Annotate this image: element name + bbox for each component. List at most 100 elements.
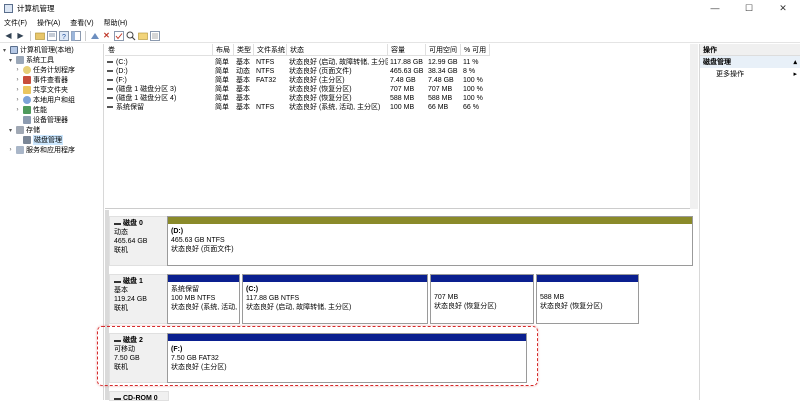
disk-icon [114, 222, 121, 225]
partition-bar [168, 217, 692, 224]
expand-icon[interactable]: › [14, 87, 21, 93]
column-header[interactable]: 容量 [388, 44, 426, 56]
volume-name: (C:) [116, 58, 128, 66]
column-header[interactable]: 类型 [234, 44, 254, 56]
computer-management-icon [10, 46, 18, 54]
navigation-tree: ▾ 计算机管理(本地) ▾ 系统工具 › 任务计划程序 › 事件查看器 › 共享… [0, 44, 104, 400]
disk-name: CD-ROM 0 [123, 395, 158, 402]
collapse-up-icon[interactable]: ▴ [793, 58, 797, 66]
menu-file[interactable]: 文件(F) [4, 18, 27, 28]
tools-icon [16, 56, 24, 64]
search-icon[interactable] [125, 30, 136, 41]
partition-recovery-4[interactable]: 588 MB 状态良好 (恢复分区) [536, 274, 639, 324]
partition-size: 707 MB [434, 294, 459, 301]
partition-bar [537, 275, 638, 282]
column-header[interactable]: 可用空间 [426, 44, 461, 56]
volume-icon [107, 97, 113, 99]
volume-icon [107, 70, 113, 72]
tree-label: 共享文件夹 [33, 87, 68, 94]
cell-layout: 简单 [215, 104, 229, 111]
window-controls: — ☐ ✕ [698, 0, 800, 16]
column-header[interactable]: 文件系统 [254, 44, 287, 56]
column-header[interactable]: 布局 [213, 44, 234, 56]
expand-icon[interactable]: › [14, 77, 21, 83]
check-icon[interactable] [113, 30, 124, 41]
list-icon[interactable] [149, 30, 160, 41]
event-log-icon [23, 76, 31, 84]
volume-name: (D:) [116, 67, 128, 75]
window-title: 计算机管理 [17, 3, 55, 13]
actions-section[interactable]: 磁盘管理 ▴ [700, 56, 800, 68]
menu-help[interactable]: 帮助(H) [104, 18, 128, 28]
menu-view[interactable]: 查看(V) [70, 18, 93, 28]
up-folder-icon[interactable] [34, 30, 45, 41]
column-header[interactable]: % 可用 [461, 44, 490, 56]
tree-task-scheduler[interactable]: › 任务计划程序 [14, 65, 75, 75]
partition-bar [168, 275, 239, 282]
tree-services[interactable]: › 服务和应用程序 [7, 145, 75, 155]
column-header[interactable]: 状态 [287, 44, 388, 56]
tree-disk-management[interactable]: 磁盘管理 [14, 135, 63, 145]
collapse-icon[interactable]: ▾ [1, 47, 8, 54]
tree-device-manager[interactable]: 设备管理器 [14, 115, 68, 125]
volume-icon [107, 106, 113, 108]
tree-label: 事件查看器 [33, 77, 68, 84]
tree-storage[interactable]: ▾ 存储 [7, 125, 40, 135]
delete-icon[interactable]: ✕ [101, 30, 112, 41]
folder-icon[interactable] [137, 30, 148, 41]
tree-label: 设备管理器 [33, 117, 68, 124]
volume-icon [107, 88, 113, 90]
collapse-icon[interactable]: ▾ [7, 57, 14, 64]
disk-0-info[interactable]: 磁盘 0 动态 465.64 GB 联机 [109, 216, 169, 266]
maximize-button[interactable]: ☐ [732, 0, 766, 16]
services-icon [16, 146, 24, 154]
actions-header: 操作 [700, 44, 800, 56]
cell-capacity: 100 MB [390, 103, 415, 111]
partition-status: 状态良好 (系统, 活动, 主 [171, 304, 237, 311]
cell-type: 基本 [236, 104, 250, 111]
tree-shared-folders[interactable]: › 共享文件夹 [14, 85, 68, 95]
expand-icon[interactable]: › [14, 67, 21, 73]
expand-icon[interactable]: › [7, 147, 14, 153]
volume-name: 系统保留 [116, 104, 144, 111]
table-row[interactable]: 系统保留 简单 基本 NTFS 状态良好 (系统, 活动, 主分区) 100 M… [105, 102, 698, 112]
show-hide-tree-icon[interactable] [70, 30, 81, 41]
cell-status: 状态良好 (系统, 活动, 主分区) [289, 104, 381, 111]
collapse-icon[interactable]: ▾ [7, 127, 14, 134]
menu-action[interactable]: 操作(A) [37, 18, 60, 28]
expand-icon[interactable]: › [14, 97, 21, 103]
partition-size: 117.88 GB NTFS [246, 295, 300, 302]
disk-1-info[interactable]: 磁盘 1 基本 119.24 GB 联机 [109, 274, 169, 324]
help-icon[interactable]: ? [58, 30, 69, 41]
toolbar-divider [85, 30, 86, 41]
menu-bar: 文件(F) 操作(A) 查看(V) 帮助(H) [0, 16, 800, 29]
tree-root-label: 计算机管理(本地) [20, 47, 74, 54]
tree-system-tools[interactable]: ▾ 系统工具 [7, 55, 54, 65]
forward-icon[interactable]: ▶ [15, 30, 26, 41]
volume-icon [107, 61, 113, 63]
cell-filesystem: NTFS [256, 103, 275, 111]
close-button[interactable]: ✕ [766, 0, 800, 16]
column-header[interactable]: 卷 [105, 44, 213, 56]
disk-name: 磁盘 1 [123, 278, 143, 285]
disk-status: 联机 [114, 305, 128, 312]
minimize-button[interactable]: — [698, 0, 732, 16]
cell-percent: 66 % [463, 103, 479, 111]
partition-c[interactable]: (C:) 117.88 GB NTFS 状态良好 (启动, 故障转储, 主分区) [242, 274, 428, 324]
disk-type: 基本 [114, 287, 128, 294]
tree-performance[interactable]: › 性能 [14, 105, 47, 115]
partition-recovery-3[interactable]: 707 MB 状态良好 (恢复分区) [430, 274, 534, 324]
partition-status: 状态良好 (恢复分区) [540, 303, 603, 310]
back-icon[interactable]: ◀ [3, 30, 14, 41]
partition-d[interactable]: (D:) 465.63 GB NTFS 状态良好 (页面文件) [167, 216, 693, 266]
tree-local-users[interactable]: › 本地用户和组 [14, 95, 75, 105]
tree-root[interactable]: ▾ 计算机管理(本地) [1, 45, 74, 55]
tree-event-viewer[interactable]: › 事件查看器 [14, 75, 68, 85]
expand-icon[interactable]: › [14, 107, 21, 113]
connect-icon[interactable] [89, 30, 100, 41]
toolbar-divider [30, 30, 31, 41]
properties-icon[interactable] [46, 30, 57, 41]
vertical-scrollbar[interactable] [690, 44, 698, 209]
more-actions[interactable]: 更多操作 ▸ [700, 68, 800, 79]
partition-system-reserved[interactable]: 系统保留 100 MB NTFS 状态良好 (系统, 活动, 主 [167, 274, 240, 324]
